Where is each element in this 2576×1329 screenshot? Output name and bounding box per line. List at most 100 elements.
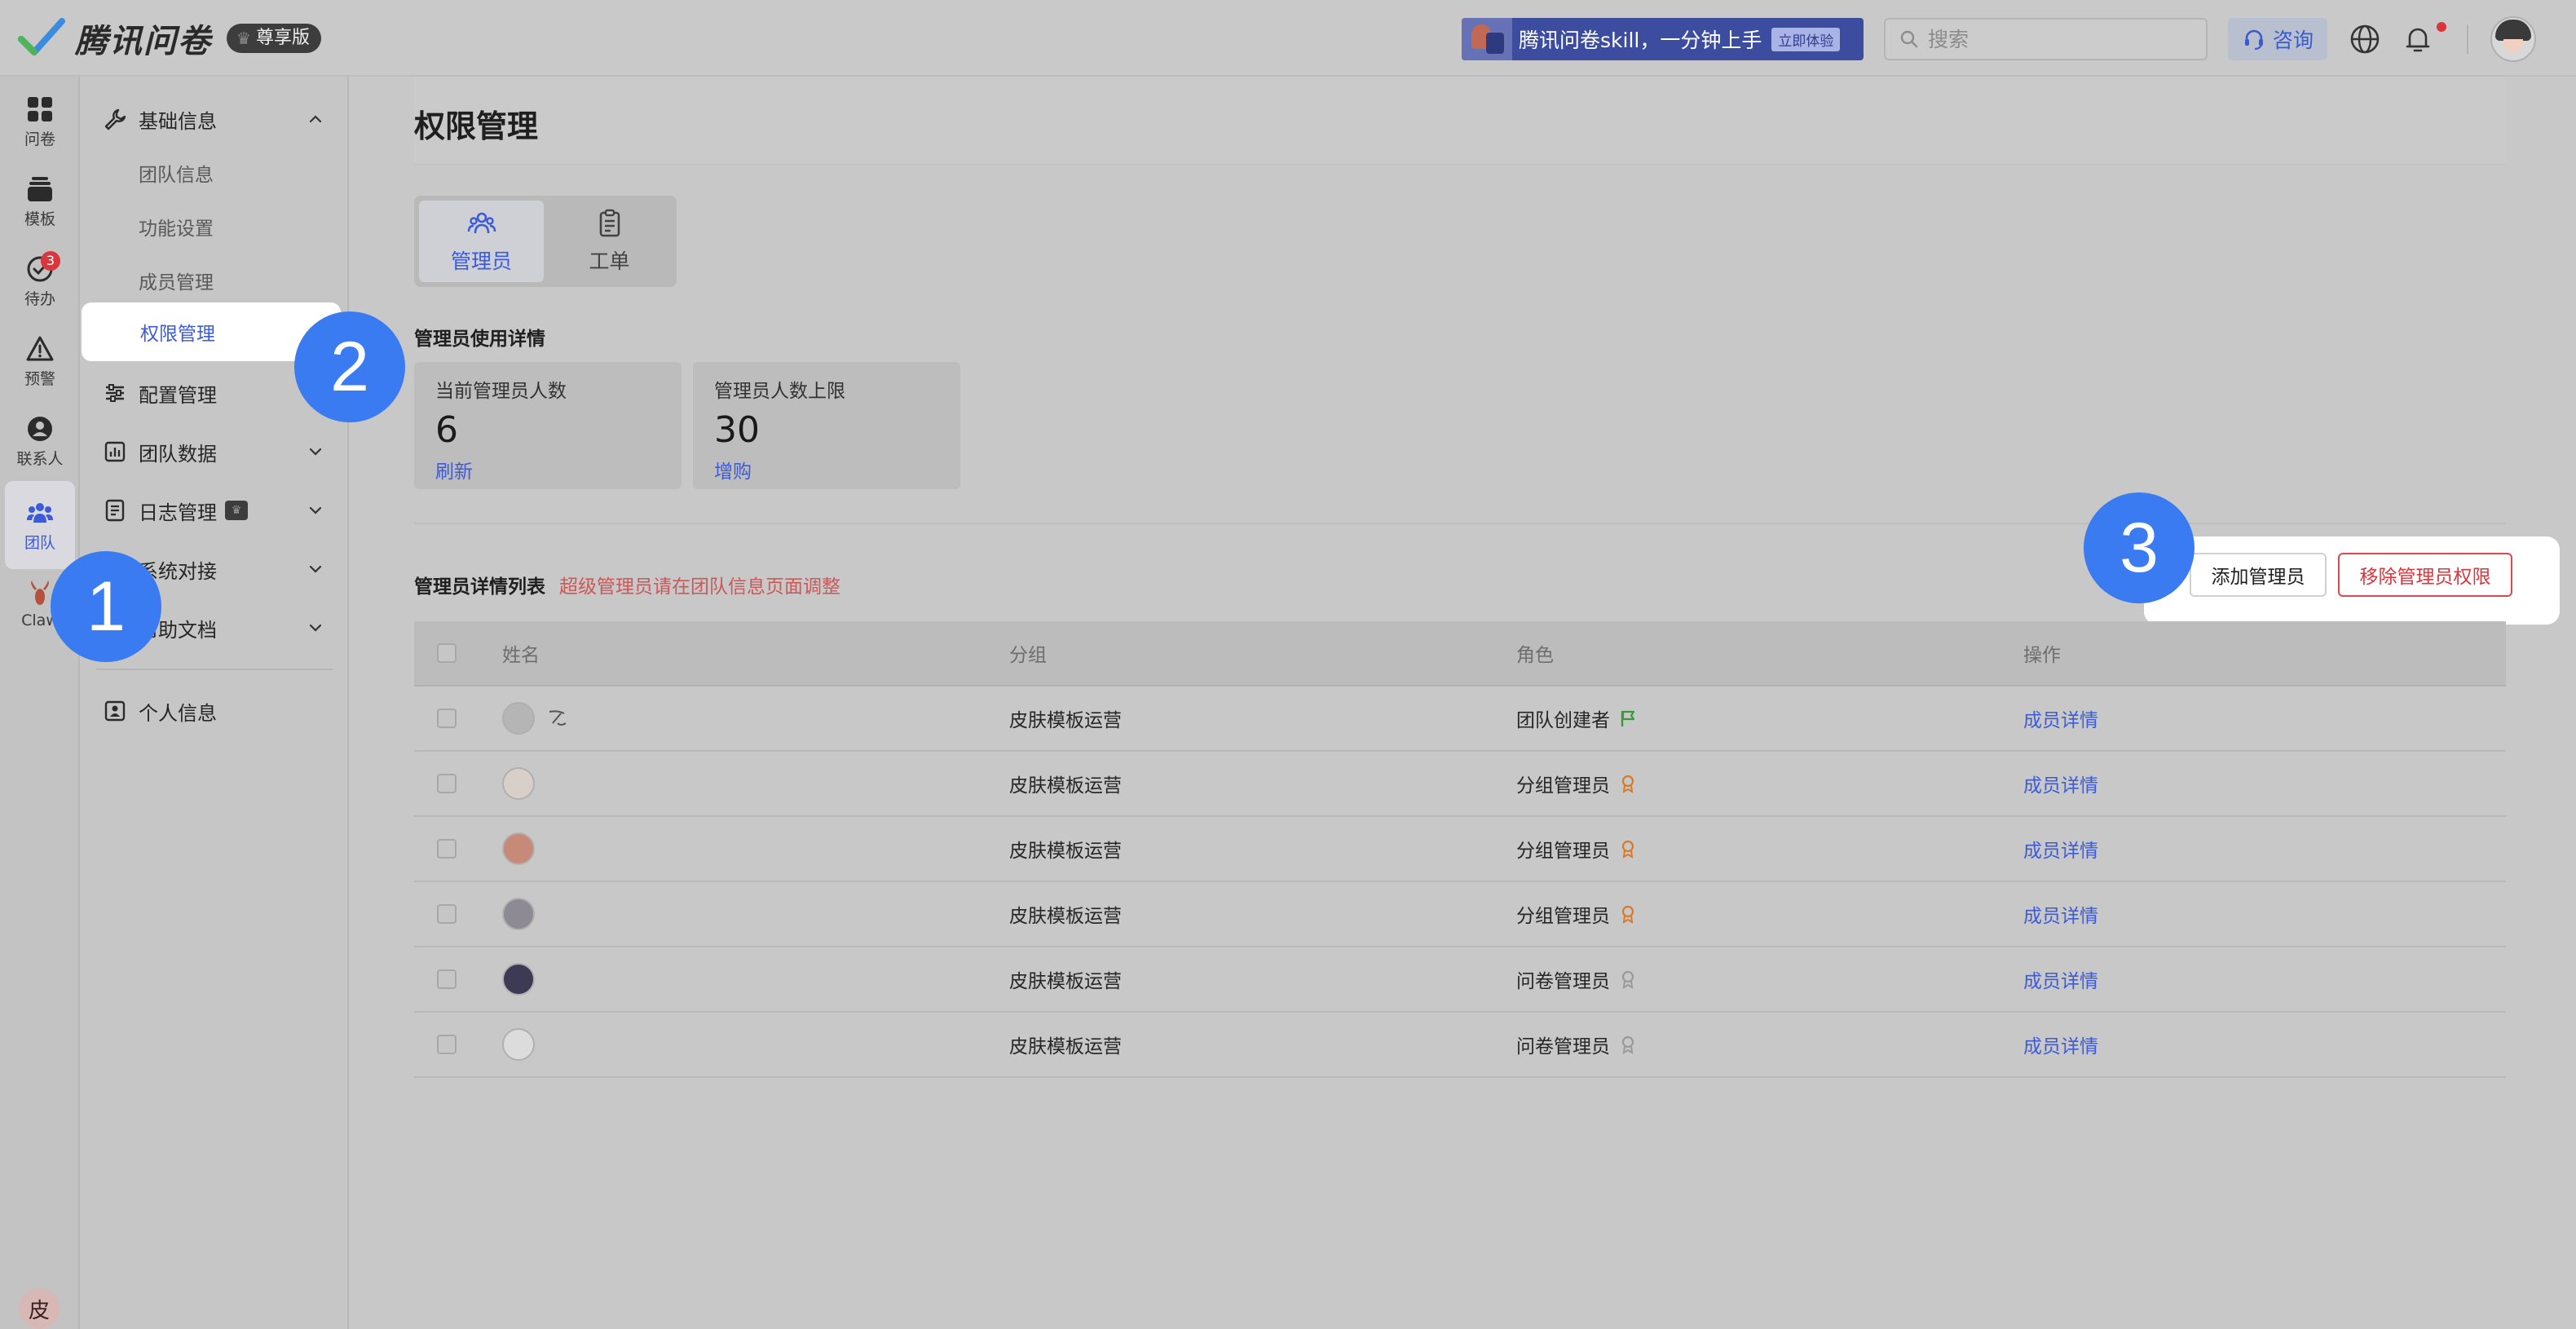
header-divider — [2467, 24, 2468, 54]
row-checkbox[interactable] — [437, 1035, 457, 1054]
section-divider — [414, 523, 2506, 524]
clipboard-icon — [599, 209, 620, 237]
promo-cta[interactable]: 立即体验 — [1771, 27, 1841, 51]
step-marker-3: 3 — [2084, 492, 2194, 603]
nav-config-label: 配置管理 — [139, 383, 217, 407]
chart-icon — [104, 441, 126, 462]
avatar — [502, 767, 535, 800]
member-details-link[interactable]: 成员详情 — [2023, 841, 2098, 862]
bell-icon[interactable] — [2401, 22, 2435, 56]
purchase-link[interactable]: 增购 — [714, 456, 939, 483]
top-bar: 腾讯问卷 ♛ 尊享版 腾讯问卷skill，一分钟上手 立即体验 咨询 — [0, 0, 2576, 77]
tab-work-order[interactable]: 工单 — [547, 201, 672, 282]
group-cell: 皮肤模板运营 — [1009, 971, 1122, 992]
search-box[interactable] — [1884, 18, 2208, 60]
crown-icon: ♛ — [236, 29, 251, 48]
list-title: 管理员详情列表 — [414, 576, 545, 598]
member-details-link[interactable]: 成员详情 — [2023, 1036, 2098, 1057]
promo-banner[interactable]: 腾讯问卷skill，一分钟上手 立即体验 — [1462, 18, 1864, 60]
avatar — [502, 898, 535, 930]
avatar — [502, 832, 535, 865]
tab-admins[interactable]: 管理员 — [419, 201, 544, 282]
remove-admin-button[interactable]: 移除管理员权限 — [2338, 553, 2512, 597]
nav-logs[interactable]: 日志管理 ♛ — [80, 488, 349, 533]
nav-member-management[interactable]: 成员管理 — [80, 258, 349, 303]
step-marker-2: 2 — [294, 311, 405, 422]
select-all-checkbox[interactable] — [437, 643, 457, 663]
search-input[interactable] — [1928, 27, 2189, 51]
search-icon — [1900, 30, 1918, 48]
rail-item-contacts[interactable]: 联系人 — [0, 404, 80, 478]
user-avatar[interactable] — [2490, 16, 2536, 62]
rail-item-team[interactable]: 团队 — [5, 481, 75, 569]
sliders-icon — [106, 384, 124, 402]
logo-check-icon — [18, 18, 65, 55]
logo[interactable]: 腾讯问卷 — [18, 15, 212, 62]
row-checkbox[interactable] — [437, 969, 457, 989]
vip-crown-icon: ♛ — [225, 501, 248, 520]
chevron-down-icon — [309, 565, 322, 573]
chevron-up-icon — [309, 115, 322, 123]
group-cell: 皮肤模板运营 — [1009, 775, 1122, 797]
consult-button[interactable]: 咨询 — [2228, 18, 2327, 60]
rail-label: 联系人 — [16, 449, 64, 468]
rail-label: 待办 — [24, 289, 55, 308]
rail-item-todo[interactable]: 待办 3 — [0, 245, 80, 318]
chevron-down-icon — [309, 448, 322, 456]
nav-team-data[interactable]: 团队数据 — [80, 429, 349, 475]
nav-profile[interactable]: 个人信息 — [80, 688, 349, 734]
medal-outline-icon — [1621, 1035, 1634, 1054]
row-checkbox[interactable] — [437, 839, 457, 859]
nav-team-info-label: 团队信息 — [139, 165, 214, 186]
tab-admins-label: 管理员 — [450, 249, 512, 273]
group-cell: 皮肤模板运营 — [1009, 906, 1122, 927]
edition-label: 尊享版 — [255, 28, 310, 48]
nav-permission-management-label: 权限管理 — [140, 324, 215, 345]
member-details-link[interactable]: 成员详情 — [2023, 775, 2098, 797]
add-admin-button[interactable]: 添加管理员 — [2190, 553, 2327, 597]
nav-basic-info[interactable]: 基础信息 — [80, 96, 349, 142]
role-cell: 分组管理员 — [1516, 841, 1610, 862]
nav-feature-settings-label: 功能设置 — [139, 219, 214, 240]
refresh-link[interactable]: 刷新 — [435, 456, 660, 483]
row-checkbox[interactable] — [437, 904, 457, 924]
role-cell: 团队创建者 — [1516, 710, 1610, 731]
stat-value: 30 — [714, 409, 760, 451]
contact-icon — [28, 416, 52, 441]
medal-outline-icon — [1621, 970, 1634, 989]
tab-work-order-label: 工单 — [589, 249, 630, 273]
rail-item-questionnaire[interactable]: 问卷 — [0, 85, 80, 158]
member-details-link[interactable]: 成员详情 — [2023, 971, 2098, 992]
warning-icon — [26, 336, 54, 360]
chevron-down-icon — [309, 624, 322, 632]
member-details-link[interactable]: 成员详情 — [2023, 906, 2098, 927]
group-cell: 皮肤模板运营 — [1009, 1036, 1122, 1057]
nav-team-info[interactable]: 团队信息 — [80, 150, 349, 196]
member-details-link[interactable]: 成员详情 — [2023, 710, 2098, 731]
tab-switcher: 管理员 工单 — [414, 196, 677, 287]
chevron-down-icon — [309, 506, 322, 514]
medal-icon — [1621, 840, 1634, 859]
table-row: 皮肤模板运营 问卷管理员 成员详情 — [414, 1013, 2506, 1078]
column-header-name: 姓名 — [502, 645, 540, 666]
stat-value: 6 — [435, 409, 458, 451]
role-cell: 分组管理员 — [1516, 775, 1610, 797]
table-row: 皮肤模板运营 问卷管理员 成员详情 — [414, 947, 2506, 1013]
page-title: 权限管理 — [414, 108, 539, 144]
rail-item-template[interactable]: 模板 — [0, 165, 80, 238]
rail-item-warning[interactable]: 预警 — [0, 325, 80, 398]
row-checkbox[interactable] — [437, 774, 457, 793]
row-checkbox[interactable] — [437, 709, 457, 728]
nav-profile-label: 个人信息 — [139, 701, 217, 725]
usage-section-title: 管理员使用详情 — [414, 329, 545, 350]
avatar — [502, 702, 535, 735]
promo-text: 腾讯问卷skill，一分钟上手 — [1519, 29, 1762, 52]
stat-current-admins: 当前管理员人数 6 刷新 — [414, 362, 681, 489]
nav-feature-settings[interactable]: 功能设置 — [80, 204, 349, 249]
flag-icon — [1621, 710, 1635, 726]
role-cell: 分组管理员 — [1516, 906, 1610, 927]
promo-illustration — [1462, 18, 1512, 60]
team-initial-avatar[interactable]: 皮 — [19, 1288, 60, 1329]
headset-icon — [2244, 29, 2263, 51]
globe-icon[interactable] — [2348, 22, 2382, 56]
